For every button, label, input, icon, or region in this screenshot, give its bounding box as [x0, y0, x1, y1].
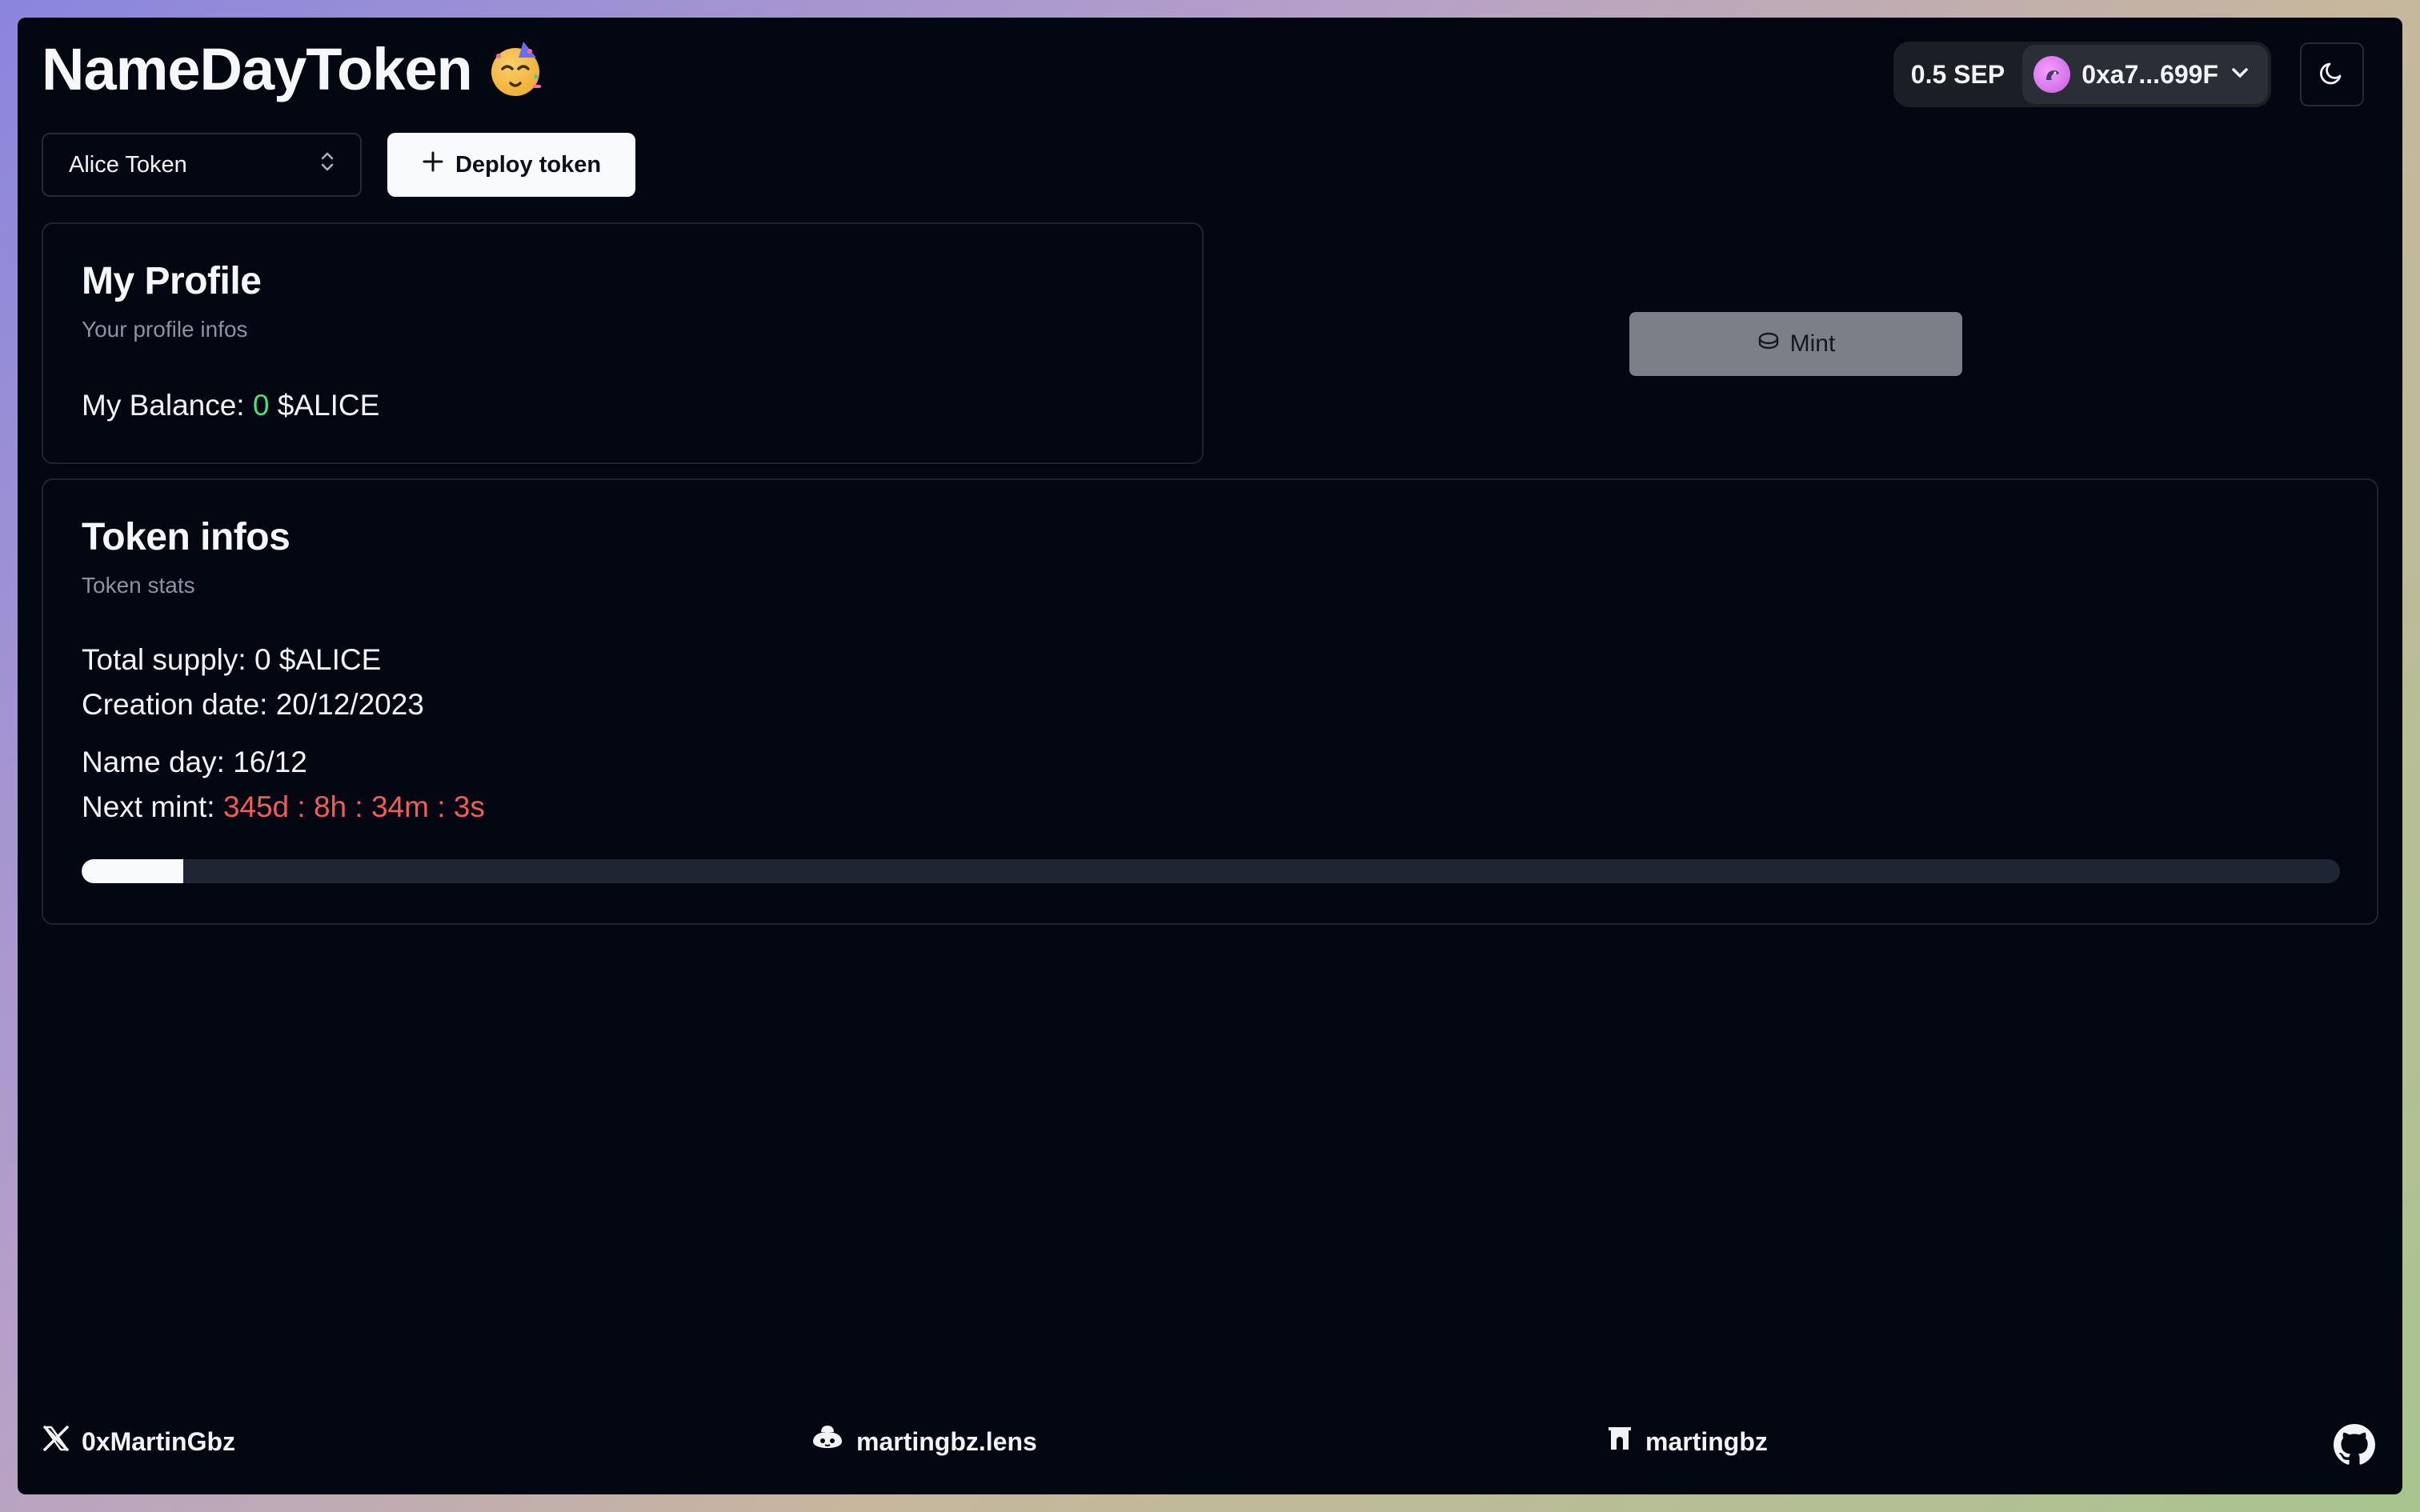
token-infos-title: Token infos [82, 516, 290, 558]
mint-button[interactable]: Mint [1629, 312, 1962, 376]
partying-face-icon [487, 40, 546, 99]
profile-title: My Profile [82, 260, 262, 302]
token-select-value: Alice Token [69, 151, 187, 178]
profile-subtitle: Your profile infos [82, 317, 248, 342]
account-address: 0xa7...699F [2081, 59, 2218, 89]
total-supply: Total supply: 0 $ALICE [82, 643, 382, 676]
twitter-link[interactable]: 0xMartinGbz [42, 1424, 235, 1459]
lens-icon [810, 1424, 845, 1459]
x-twitter-icon [42, 1424, 70, 1459]
mint-progress-fill [82, 859, 183, 883]
next-mint: Next mint: 345d : 8h : 34m : 3s [82, 790, 485, 824]
mint-label: Mint [1789, 330, 1836, 357]
profile-balance: My Balance: 0 $ALICE [82, 389, 379, 422]
name-day: Name day: 16/12 [82, 746, 307, 778]
profile-card: My Profile Your profile infos My Balance… [42, 222, 1204, 464]
balance-unit: $ALICE [277, 389, 380, 422]
mint-progress-bar [82, 859, 2340, 883]
coin-icon [1757, 329, 1781, 359]
app-window: NameDayToken 0.5 SEP 0xa7...699F Alice T… [18, 18, 2402, 1494]
github-icon [2334, 1424, 2375, 1472]
twitter-handle: 0xMartinGbz [82, 1426, 236, 1456]
next-mint-label: Next mint: [82, 790, 215, 823]
header-actions: 0.5 SEP 0xa7...699F [1893, 42, 2364, 107]
avatar [2033, 56, 2071, 93]
creation-date: Creation date: 20/12/2023 [82, 688, 424, 721]
wallet-widget[interactable]: 0.5 SEP 0xa7...699F [1893, 42, 2271, 107]
chevron-up-down-icon [319, 150, 336, 180]
chevron-down-icon [2230, 60, 2250, 90]
balance-label: My Balance: [82, 389, 245, 422]
token-infos-subtitle: Token stats [82, 573, 195, 598]
account-button[interactable]: 0xa7...699F [2022, 45, 2268, 104]
theme-toggle-button[interactable] [2300, 42, 2364, 106]
farcaster-link[interactable]: martingbz [1605, 1424, 1768, 1459]
page-title: NameDayToken [42, 40, 546, 99]
farcaster-handle: martingbz [1645, 1426, 1768, 1456]
token-infos-card: Token infos Token stats Total supply: 0 … [42, 478, 2378, 925]
moon-icon [2318, 58, 2346, 91]
plus-icon [422, 150, 444, 179]
token-select[interactable]: Alice Token [42, 133, 362, 197]
github-link[interactable] [2334, 1424, 2375, 1472]
wallet-balance[interactable]: 0.5 SEP [1911, 60, 2005, 90]
next-mint-countdown: 345d : 8h : 34m : 3s [222, 790, 485, 823]
title-text: NameDayToken [42, 36, 473, 102]
lens-link[interactable]: martingbz.lens [810, 1424, 1037, 1459]
deploy-token-label: Deploy token [455, 151, 602, 178]
deploy-token-button[interactable]: Deploy token [387, 133, 635, 197]
lens-handle: martingbz.lens [856, 1426, 1037, 1456]
farcaster-icon [1605, 1424, 1634, 1459]
balance-value: 0 [252, 389, 270, 422]
